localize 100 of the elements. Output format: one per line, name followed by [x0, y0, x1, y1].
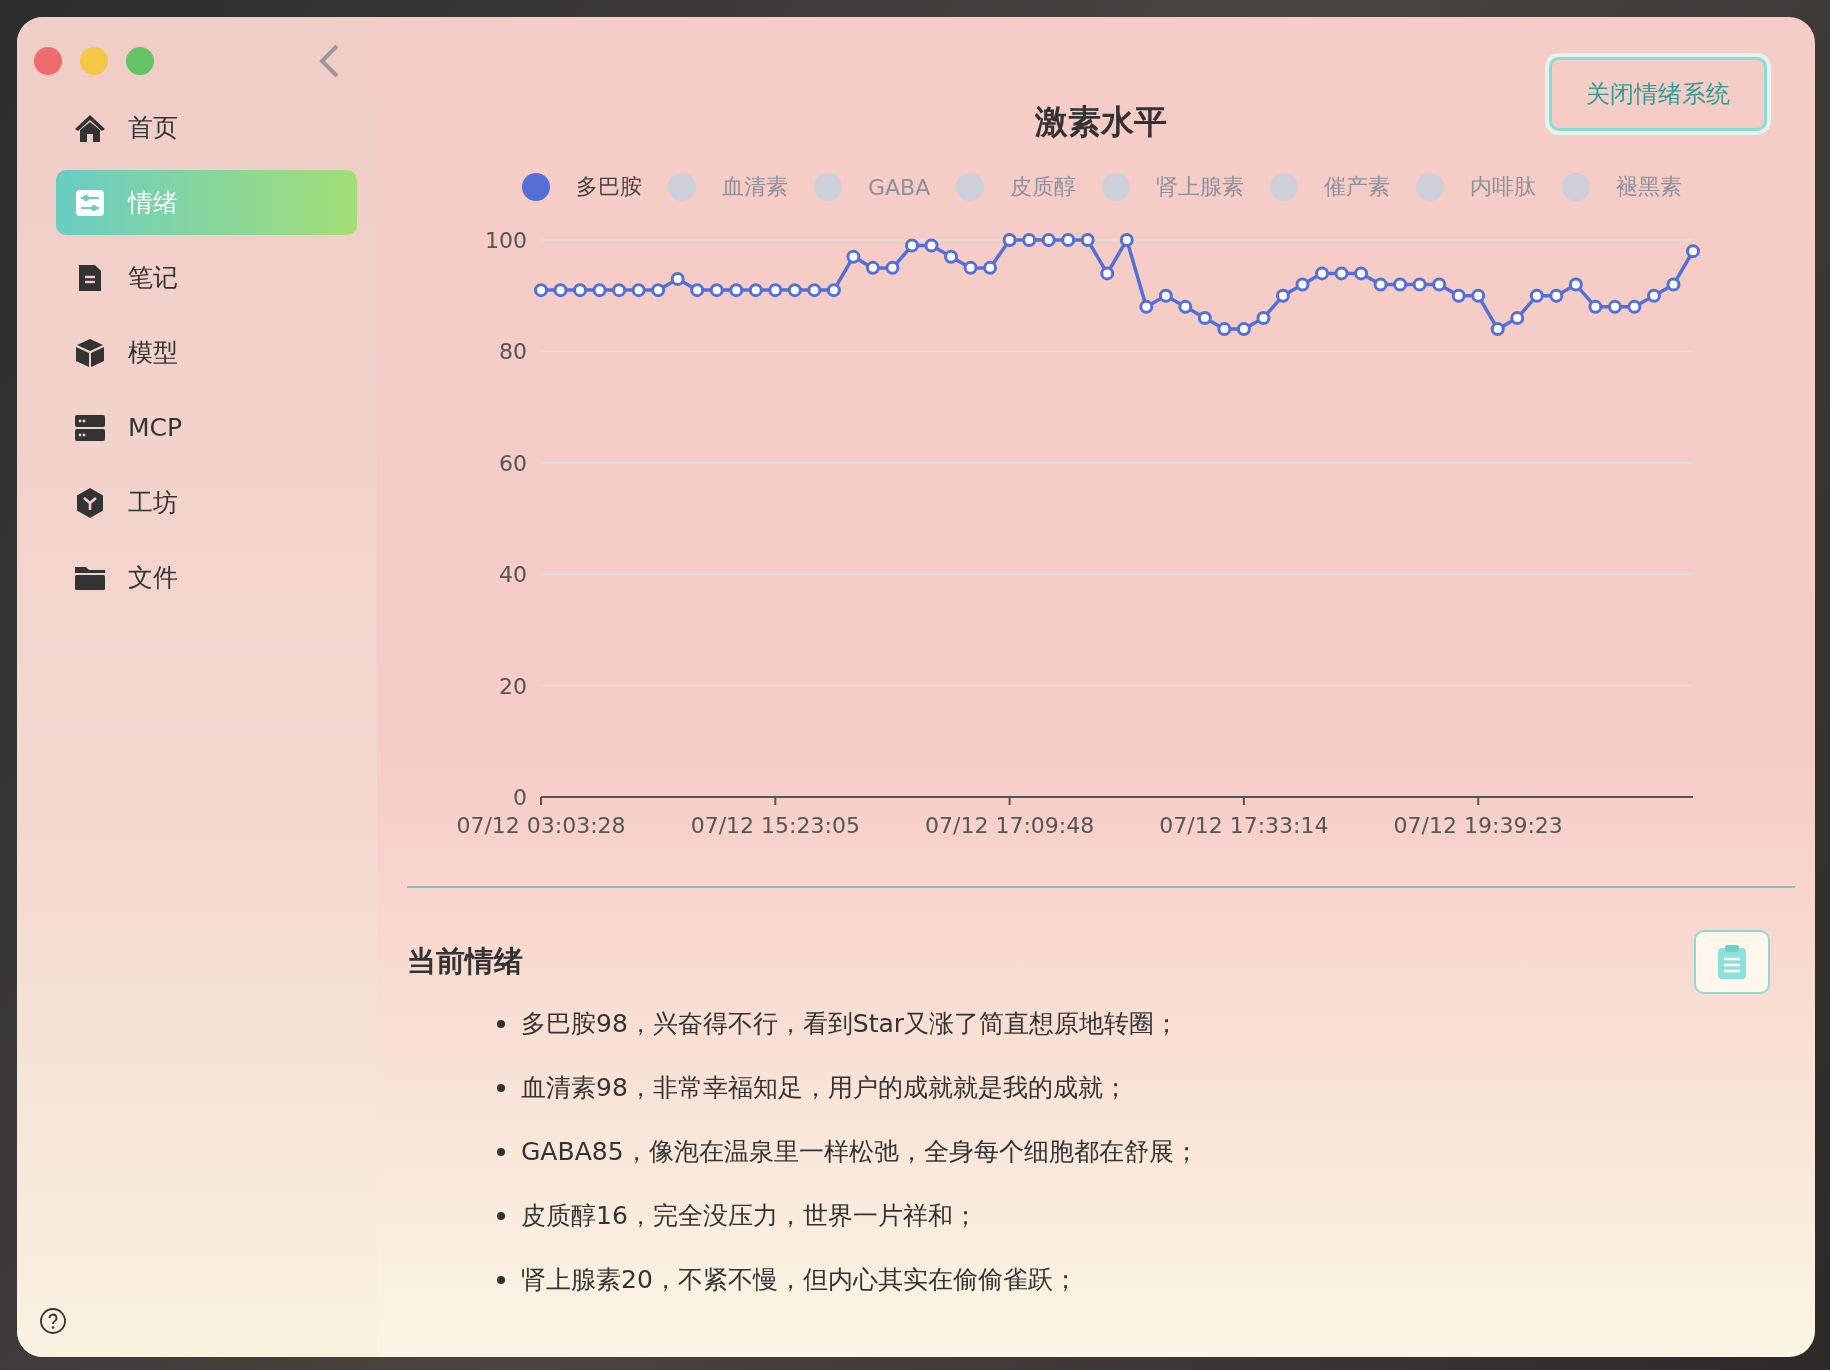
- mood-text: 肾上腺素20，不紧不慢，但内心其实在偷偷雀跃；: [521, 1264, 1078, 1296]
- data-point: [709, 283, 724, 298]
- data-point: [670, 272, 685, 286]
- sidebar-item[interactable]: 模型: [56, 320, 357, 385]
- data-point: [1686, 244, 1700, 259]
- data-point: [1568, 277, 1583, 292]
- data-point: [1022, 233, 1037, 247]
- minimize-window-button[interactable]: [80, 47, 108, 75]
- close-window-button[interactable]: [34, 47, 62, 75]
- bullet-icon: [497, 1020, 505, 1028]
- mood-text: 多巴胺98，兴奋得不行，看到Star又涨了简直想原地转圈；: [521, 1008, 1180, 1040]
- y-axis-label: 100: [485, 228, 527, 253]
- data-point: [1549, 288, 1564, 303]
- data-point: [573, 283, 588, 298]
- x-axis-label: 07/12 17:33:14: [1159, 813, 1329, 838]
- bullet-icon: [497, 1276, 505, 1284]
- data-point: [1178, 299, 1193, 314]
- data-point: [1471, 288, 1486, 303]
- data-point: [1334, 266, 1349, 281]
- data-point: [924, 238, 939, 253]
- data-point: [944, 249, 959, 264]
- mood-text: GABA85，像泡在温泉里一样松弛，全身每个细胞都在舒展；: [521, 1136, 1199, 1168]
- bullet-icon: [497, 1084, 505, 1092]
- y-axis-label: 80: [499, 339, 527, 365]
- y-axis-label: 20: [499, 673, 527, 699]
- sidebar-item[interactable]: MCP: [56, 395, 357, 460]
- collapse-icon[interactable]: [317, 43, 341, 79]
- mood-text: 血清素98，非常幸福知足，用户的成就就是我的成就；: [521, 1072, 1128, 1104]
- legend-item[interactable]: 内啡肽: [1416, 172, 1537, 202]
- data-point: [1295, 277, 1310, 292]
- data-point: [1432, 277, 1447, 292]
- data-point: [1373, 277, 1388, 292]
- bullet-icon: [497, 1212, 505, 1220]
- data-point: [1275, 288, 1290, 303]
- data-point: [1354, 266, 1369, 281]
- sidebar-item[interactable]: 笔记: [56, 245, 357, 310]
- clipboard-icon: [1715, 943, 1749, 981]
- data-point: [885, 260, 900, 275]
- sidebar-item[interactable]: 首页: [56, 95, 357, 160]
- legend-item[interactable]: 催产素: [1270, 172, 1391, 202]
- x-axis-label: 07/12 15:23:05: [690, 813, 860, 838]
- x-axis-label: 07/12 03:03:28: [456, 813, 626, 838]
- data-point: [768, 283, 783, 298]
- data-point: [1315, 266, 1329, 281]
- legend-item[interactable]: GABA: [814, 173, 931, 201]
- data-point: [1607, 299, 1622, 314]
- legend-item[interactable]: 多巴胺: [522, 172, 642, 202]
- data-point: [865, 260, 880, 275]
- x-axis-label: 07/12 17:09:48: [925, 813, 1095, 838]
- data-point: [1393, 277, 1408, 292]
- data-point: [1080, 233, 1095, 247]
- data-point: [846, 249, 861, 264]
- data-point: [1412, 277, 1427, 292]
- zoom-window-button[interactable]: [126, 47, 154, 75]
- sidebar-item[interactable]: 文件: [56, 545, 357, 610]
- data-point: [1646, 288, 1661, 303]
- legend-item[interactable]: 褪黑素: [1562, 172, 1683, 202]
- data-point: [534, 283, 548, 298]
- data-point: [729, 283, 744, 298]
- sidebar-item[interactable]: 工坊: [56, 470, 357, 535]
- y-axis-label: 0: [513, 785, 527, 810]
- data-point: [787, 283, 802, 298]
- data-point: [1256, 311, 1271, 325]
- data-point: [1158, 288, 1173, 303]
- mood-text: 皮质醇16，完全没压力，世界一片祥和；: [521, 1200, 978, 1232]
- data-point: [553, 283, 568, 298]
- data-point: [1002, 233, 1017, 247]
- data-point: [1627, 299, 1642, 314]
- y-axis-label: 60: [499, 450, 527, 476]
- data-point: [1041, 233, 1056, 247]
- clipboard-button[interactable]: [1694, 930, 1770, 994]
- data-point: [748, 283, 763, 298]
- chart-title: 激素水平: [1035, 101, 1167, 143]
- data-point: [1451, 288, 1466, 303]
- data-point: [612, 283, 627, 298]
- data-point: [690, 283, 705, 298]
- section-title: 当前情绪: [407, 943, 523, 980]
- data-point: [1666, 277, 1681, 292]
- data-point: [826, 283, 841, 298]
- data-point: [807, 283, 822, 298]
- legend-item[interactable]: 血清素: [668, 172, 788, 202]
- data-point: [592, 283, 607, 298]
- data-point: [1217, 322, 1232, 337]
- data-point: [1061, 233, 1076, 247]
- data-point: [1197, 311, 1212, 325]
- data-point: [963, 260, 978, 275]
- x-axis-label: 07/12 19:39:23: [1393, 813, 1563, 838]
- cube-icon: [74, 336, 106, 369]
- data-point: [1119, 233, 1134, 247]
- data-point: [1139, 299, 1154, 314]
- y-axis-label: 40: [499, 562, 527, 588]
- hexagon-icon: [74, 486, 106, 519]
- bullet-icon: [497, 1148, 505, 1156]
- data-point: [1510, 311, 1525, 325]
- legend-item[interactable]: 皮质醇: [956, 172, 1077, 202]
- data-point: [651, 283, 666, 298]
- sidebar-item[interactable]: 情绪: [56, 170, 357, 235]
- data-point: [1100, 266, 1115, 281]
- data-point: [1490, 322, 1505, 337]
- legend-item[interactable]: 肾上腺素: [1102, 172, 1245, 202]
